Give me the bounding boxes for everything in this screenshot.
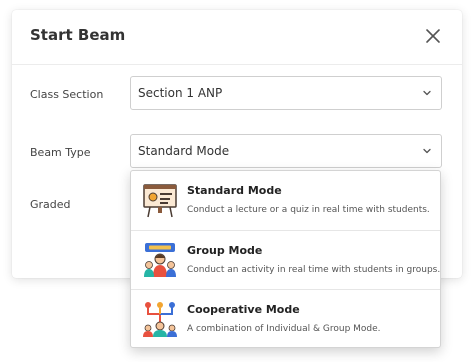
class-section-value: Section 1 ANP	[138, 86, 223, 100]
chevron-down-icon	[423, 148, 431, 154]
option-name: Group Mode	[187, 244, 263, 257]
beam-type-dropdown: Standard Mode Conduct a lecture or a qui…	[130, 170, 441, 348]
option-name: Cooperative Mode	[187, 303, 300, 316]
class-section-select[interactable]: Section 1 ANP	[130, 76, 442, 110]
option-cooperative-mode[interactable]: Cooperative Mode A combination of Indivi…	[131, 289, 440, 348]
beam-type-select[interactable]: Standard Mode	[130, 134, 442, 168]
dialog-title: Start Beam	[30, 26, 126, 44]
option-standard-mode[interactable]: Standard Mode Conduct a lecture or a qui…	[131, 171, 440, 230]
header-divider	[12, 64, 462, 65]
class-section-label: Class Section	[30, 88, 104, 101]
option-name: Standard Mode	[187, 184, 282, 197]
presentation-board-icon	[143, 184, 177, 218]
cooperative-network-icon	[143, 302, 177, 337]
chevron-down-icon	[423, 90, 431, 96]
beam-type-value: Standard Mode	[138, 144, 230, 158]
group-icon	[144, 243, 176, 277]
option-group-mode[interactable]: Group Mode Conduct an activity in real t…	[131, 230, 440, 289]
option-description: Conduct an activity in real time with st…	[187, 265, 441, 275]
graded-label: Graded	[30, 198, 71, 211]
beam-type-label: Beam Type	[30, 146, 91, 159]
option-description: Conduct a lecture or a quiz in real time…	[187, 205, 430, 215]
close-icon[interactable]	[423, 26, 443, 46]
option-description: A combination of Individual & Group Mode…	[187, 324, 381, 334]
